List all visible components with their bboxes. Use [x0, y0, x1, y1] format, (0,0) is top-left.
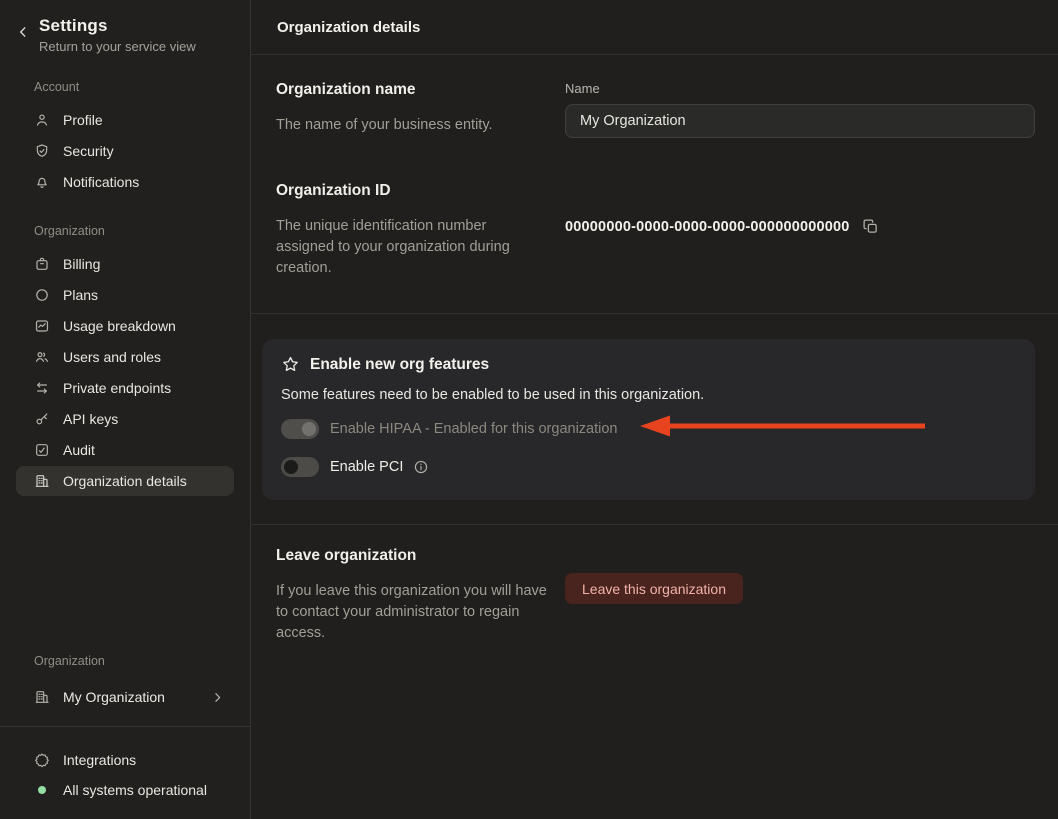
sidebar-item-users-and-roles[interactable]: Users and roles [16, 342, 234, 372]
leave-organization-button[interactable]: Leave this organization [565, 573, 743, 604]
sidebar-item-label: Security [63, 143, 114, 159]
billing-icon [34, 256, 50, 272]
sidebar-subtitle: Return to your service view [39, 39, 196, 54]
bell-icon [34, 174, 50, 190]
name-field-label: Name [565, 81, 1035, 96]
leave-organization-section: Leave organization If you leave this org… [251, 525, 1058, 644]
sidebar-title: Settings [39, 16, 196, 36]
status-label: All systems operational [63, 782, 207, 798]
org-id-heading: Organization ID [276, 182, 565, 200]
gear-icon [34, 752, 50, 768]
swap-arrows-icon [34, 380, 50, 396]
pci-toggle-label: Enable PCI [330, 459, 403, 475]
sidebar-item-label: Audit [63, 442, 95, 458]
main-content: Organization name The name of your busin… [251, 55, 1058, 819]
hipaa-toggle[interactable] [281, 419, 319, 439]
sidebar: Settings Return to your service view Acc… [0, 0, 251, 819]
sidebar-item-api-keys[interactable]: API keys [16, 404, 234, 434]
org-switcher-label: Organization [34, 654, 232, 668]
sidebar-item-label: Private endpoints [63, 380, 171, 396]
back-button[interactable] [16, 25, 30, 39]
copy-icon [862, 218, 879, 235]
section-label-account: Account [34, 80, 232, 94]
page-title: Organization details [277, 19, 420, 36]
shield-check-icon [34, 143, 50, 159]
sidebar-item-label: Profile [63, 112, 103, 128]
chevron-left-icon [16, 25, 30, 39]
sidebar-header: Settings Return to your service view [0, 0, 250, 54]
sidebar-item-label: Notifications [63, 174, 139, 190]
hipaa-toggle-row: Enable HIPAA - Enabled for this organiza… [281, 417, 1015, 441]
pci-toggle[interactable] [281, 457, 319, 477]
organization-name-input[interactable] [565, 104, 1035, 138]
audit-icon [34, 442, 50, 458]
info-icon [413, 459, 429, 475]
account-nav: Profile Security Notifications [0, 104, 250, 198]
sidebar-item-notifications[interactable]: Notifications [16, 167, 234, 197]
integrations-link[interactable]: Integrations [16, 745, 234, 775]
system-status[interactable]: All systems operational [16, 775, 234, 805]
user-icon [34, 112, 50, 128]
copy-button[interactable] [862, 218, 879, 235]
org-name-heading: Organization name [276, 81, 565, 99]
organization-id-section: Organization ID The unique identificatio… [251, 182, 1058, 279]
sidebar-item-label: Usage breakdown [63, 318, 176, 334]
circle-icon [34, 287, 50, 303]
building-icon [34, 689, 50, 705]
section-divider [251, 313, 1058, 314]
org-name-description: The name of your business entity. [276, 115, 565, 136]
sidebar-item-label: Billing [63, 256, 100, 272]
org-switcher[interactable]: My Organization [16, 682, 234, 712]
building-icon [34, 473, 50, 489]
toggle-knob [302, 422, 316, 436]
organization-id-value: 00000000-0000-0000-0000-000000000000 [565, 219, 850, 235]
toggle-knob [284, 460, 298, 474]
sidebar-item-security[interactable]: Security [16, 136, 234, 166]
star-icon [281, 355, 300, 374]
settings-page: Settings Return to your service view Acc… [0, 0, 1058, 819]
sidebar-item-private-endpoints[interactable]: Private endpoints [16, 373, 234, 403]
features-card-description: Some features need to be enabled to be u… [281, 387, 1015, 403]
organization-nav: Billing Plans Usage breakdown Users and … [0, 248, 250, 497]
pci-toggle-row: Enable PCI [281, 455, 1015, 479]
users-icon [34, 349, 50, 365]
org-switcher-name: My Organization [63, 689, 165, 705]
sidebar-item-plans[interactable]: Plans [16, 280, 234, 310]
main-panel: Organization details Organization name T… [251, 0, 1058, 819]
sidebar-footer: Integrations All systems operational [0, 726, 250, 819]
features-card-title: Enable new org features [310, 356, 489, 374]
sidebar-item-label: Users and roles [63, 349, 161, 365]
sidebar-item-audit[interactable]: Audit [16, 435, 234, 465]
section-label-organization: Organization [34, 224, 232, 238]
chart-icon [34, 318, 50, 334]
hipaa-toggle-label: Enable HIPAA - Enabled for this organiza… [330, 421, 618, 437]
leave-heading: Leave organization [276, 547, 565, 565]
sidebar-item-profile[interactable]: Profile [16, 105, 234, 135]
sidebar-item-organization-details[interactable]: Organization details [16, 466, 234, 496]
org-id-description: The unique identification number assigne… [276, 216, 534, 279]
sidebar-item-label: API keys [63, 411, 118, 427]
chevron-right-icon [211, 691, 224, 704]
sidebar-item-usage-breakdown[interactable]: Usage breakdown [16, 311, 234, 341]
pci-info-button[interactable] [413, 459, 429, 475]
sidebar-item-label: Plans [63, 287, 98, 303]
sidebar-item-billing[interactable]: Billing [16, 249, 234, 279]
integrations-label: Integrations [63, 752, 136, 768]
status-dot-icon [38, 786, 46, 794]
organization-name-section: Organization name The name of your busin… [251, 55, 1058, 138]
leave-description: If you leave this organization you will … [276, 581, 548, 644]
key-icon [34, 411, 50, 427]
sidebar-item-label: Organization details [63, 473, 187, 489]
features-card: Enable new org features Some features ne… [262, 339, 1035, 500]
main-header: Organization details [251, 0, 1058, 55]
